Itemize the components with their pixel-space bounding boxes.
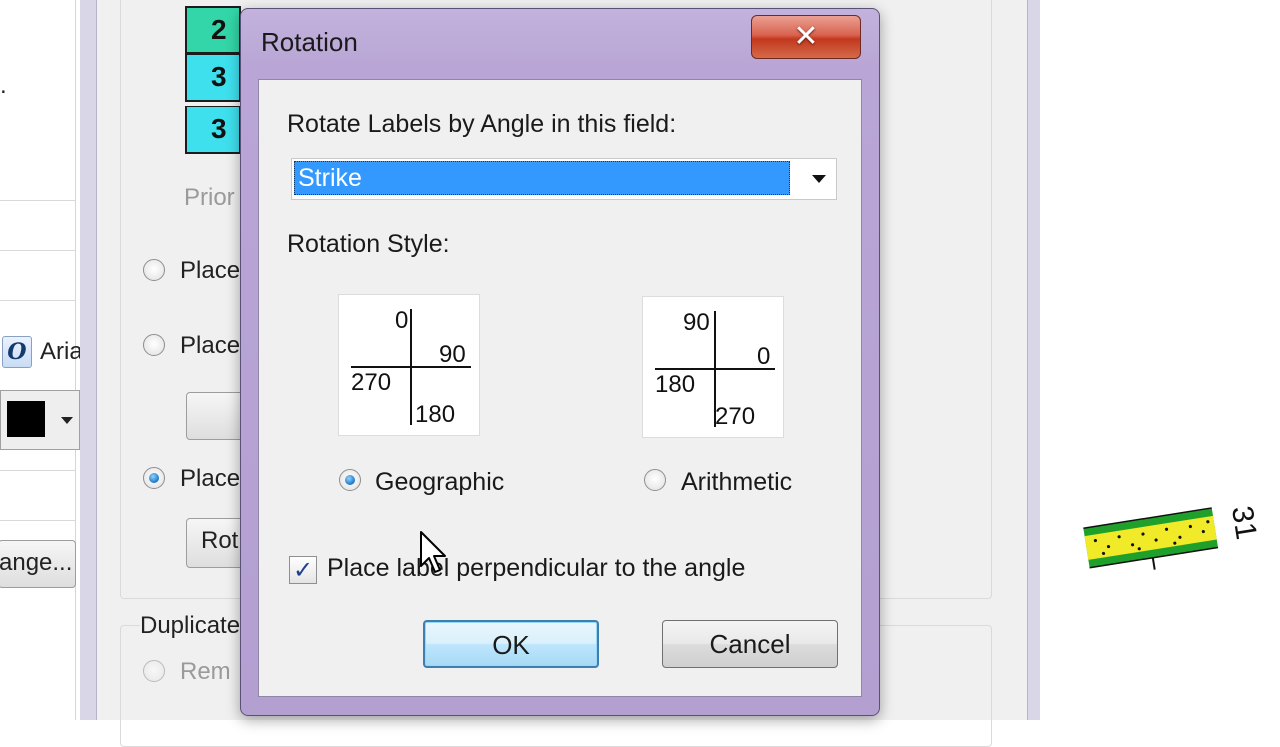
arith-left-value: 180 [655,371,696,398]
rotation-button-label: Rot [201,527,239,554]
chevron-down-icon [61,417,73,424]
mouse-cursor-icon [420,531,446,573]
place-option-label: Place [180,465,241,492]
arithmetic-diagram: 90 0 180 270 [642,296,784,438]
place-option-radio[interactable] [143,467,165,489]
place-option-label: Place [180,257,241,284]
perpendicular-label[interactable]: Place label perpendicular to the angle [327,554,745,583]
place-option-radio[interactable] [143,259,165,281]
dip-label: 31 [1225,504,1263,542]
font-type-icon[interactable]: O [2,336,32,368]
dip-tick [1151,557,1156,570]
rotation-dialog: Rotation ✕ Rotate Labels by Angle in thi… [240,8,880,716]
divider [0,300,75,301]
perpendicular-checkbox[interactable]: ✓ [289,556,317,584]
geo-bottom-value: 180 [415,401,456,428]
geographic-diagram: 0 90 270 180 [338,294,480,436]
arithmetic-label[interactable]: Arithmetic [681,468,792,497]
divider [0,200,75,201]
geo-right-value: 90 [439,341,466,368]
geographic-radio[interactable] [339,469,361,491]
ok-button[interactable]: OK [423,620,599,668]
angle-field-value: Strike [294,161,790,195]
color-picker[interactable] [0,390,80,450]
font-name-label[interactable]: Aria [40,338,83,366]
remove-option-label: Rem [180,658,231,685]
change-button[interactable]: ange... [0,540,76,588]
geo-left-value: 270 [351,369,392,396]
color-swatch [7,401,45,437]
rotation-button[interactable]: Rot [186,518,246,568]
field-label: Rotate Labels by Angle in this field: [287,110,677,138]
priority-cell[interactable]: 3 [185,106,241,154]
priority-value: 3 [211,61,227,92]
angle-field-dropdown[interactable]: Strike [291,158,837,200]
priority-cell[interactable]: 2 [185,6,241,54]
chevron-down-icon[interactable] [812,175,826,183]
priority-label: Prior [184,184,235,211]
change-button-label: ange... [0,549,73,576]
priority-cell[interactable]: 3 [185,54,241,102]
geographic-label[interactable]: Geographic [375,468,504,497]
close-icon: ✕ [793,19,819,54]
duplicate-label: Duplicate [140,612,245,640]
rotation-style-label: Rotation Style: [287,230,450,258]
remove-option-radio[interactable] [143,660,165,682]
place-option-radio[interactable] [143,334,165,356]
arith-bottom-value: 270 [715,403,756,430]
dialog-body: Rotate Labels by Angle in this field: St… [258,79,862,697]
arithmetic-radio[interactable] [644,469,666,491]
place-option-label: Place [180,332,241,359]
cancel-button[interactable]: Cancel [662,620,838,668]
left-period: . [0,72,7,99]
divider [0,250,75,251]
priority-value: 3 [211,113,227,144]
arith-top-value: 90 [683,309,710,336]
map-bedding-symbol: 31 [1083,504,1263,570]
divider [0,470,75,471]
priority-value: 2 [211,14,227,45]
geo-top-value: 0 [395,307,409,334]
symbol-button[interactable] [186,392,246,440]
divider [0,520,75,521]
arith-right-value: 0 [757,343,771,370]
dialog-title: Rotation [261,27,358,57]
close-button[interactable]: ✕ [751,15,861,59]
